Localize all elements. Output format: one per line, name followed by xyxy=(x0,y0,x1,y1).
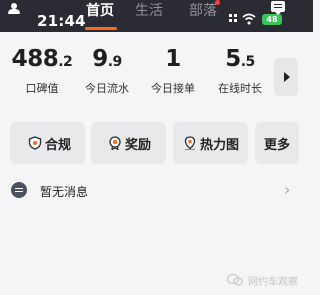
tab-home[interactable]: 首页 xyxy=(86,0,114,20)
shield-icon xyxy=(28,136,42,150)
rewards-label: 奖励 xyxy=(125,138,152,153)
stats-next-button[interactable] xyxy=(274,58,298,96)
chat-icon xyxy=(11,182,27,198)
stat-value: 488 xyxy=(11,46,59,72)
medal-icon xyxy=(109,136,121,150)
message-row[interactable]: 暂无消息 › xyxy=(0,176,313,206)
stat-value: 1 xyxy=(165,46,181,72)
stat-value: 9 xyxy=(92,46,108,72)
compliance-label: 合规 xyxy=(45,138,72,153)
rewards-button[interactable]: 奖励 xyxy=(91,122,166,164)
chevron-right-icon: › xyxy=(284,180,291,199)
wechat-logo-icon xyxy=(227,274,243,286)
wifi-icon xyxy=(242,13,256,25)
stat-today-orders[interactable]: 1 今日接单 xyxy=(141,44,205,96)
compliance-button[interactable]: 合规 xyxy=(10,122,85,164)
stat-value: 5 xyxy=(225,46,241,72)
stat-label: 今日接单 xyxy=(151,82,195,95)
stat-label: 今日流水 xyxy=(85,82,129,95)
stats-row: 488.2 口碑值 9.9 今日流水 1 今日接单 5.5 在线时长 xyxy=(0,44,313,104)
stat-decimal: .2 xyxy=(58,54,73,70)
stat-decimal: .5 xyxy=(240,54,256,70)
tab-tribe[interactable]: 部落 xyxy=(189,0,217,20)
status-time: 21:44 xyxy=(37,12,86,30)
tribe-notification-badge xyxy=(215,0,220,5)
battery-indicator: 48 xyxy=(262,14,282,25)
tab-life[interactable]: 生活 xyxy=(135,0,163,20)
signal-grid-icon xyxy=(229,14,238,23)
stat-reputation[interactable]: 488.2 口碑值 xyxy=(10,44,74,96)
top-header: 21:44 首页 生活 部落 48 xyxy=(0,0,313,32)
heatmap-label: 热力图 xyxy=(200,138,240,153)
active-tab-indicator xyxy=(85,27,117,30)
heatmap-button[interactable]: 热力图 xyxy=(173,122,248,164)
location-pin-icon xyxy=(184,136,196,150)
more-button[interactable]: 更多 xyxy=(255,122,299,164)
stat-decimal: .9 xyxy=(107,54,123,70)
stat-today-earnings[interactable]: 9.9 今日流水 xyxy=(75,44,139,96)
more-label: 更多 xyxy=(264,138,291,153)
message-center-icon[interactable] xyxy=(271,1,285,15)
message-text: 暂无消息 xyxy=(40,185,89,199)
stat-label: 在线时长 xyxy=(218,82,262,95)
stat-online-hours[interactable]: 5.5 在线时长 xyxy=(208,44,272,96)
stat-label: 口碑值 xyxy=(25,82,59,95)
profile-icon[interactable] xyxy=(8,3,20,14)
watermark-text: 网约车观察 xyxy=(248,277,298,288)
